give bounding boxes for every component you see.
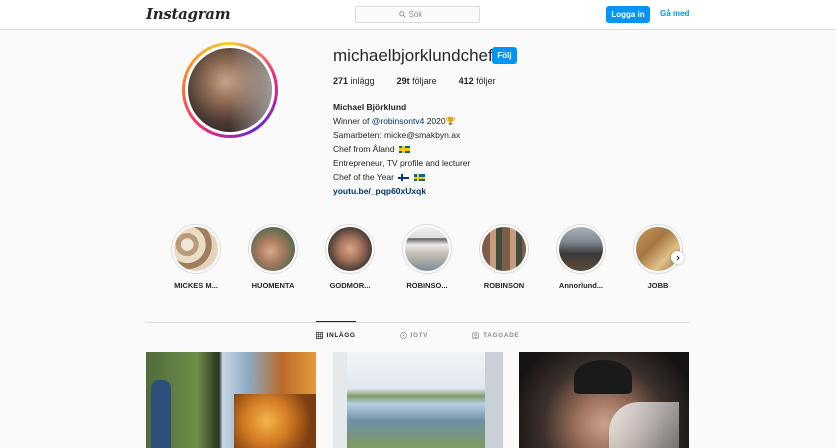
highlight-ring [479,224,529,274]
avatar-border [185,45,275,135]
bio-winner-suffix: 2020 [424,116,446,126]
bio-line-chef: Chef from Åland [333,142,470,156]
bio-mention-link[interactable]: @robinsontv4 [372,116,425,126]
highlight-ring [248,224,298,274]
search-box[interactable] [355,6,480,23]
chevron-right-icon [676,255,680,260]
igtv-icon [399,332,407,339]
highlight-cover [482,227,526,271]
bio-line-winner: Winner of @robinsontv4 2020 [333,114,470,128]
stat-posts-label: inlägg [350,76,375,86]
bio-full-name: Michael Björklund [333,102,407,112]
stat-followers[interactable]: 29t följare [397,76,437,86]
stat-posts: 271 inlägg [333,76,375,86]
highlight-label: GODMOR... [329,281,371,290]
stat-followers-value: 29t [396,76,410,86]
grid-icon [315,332,323,339]
profile-stats: 271 inlägg 29t följare 412 följer [333,76,518,86]
stat-posts-value: 271 [333,76,349,86]
highlight-ring [633,224,683,274]
stat-following-value: 412 [458,76,474,86]
story-highlights: MICKES M... HUOMENTA GODMOR... ROBINSO..… [166,224,686,294]
highlight-item[interactable]: GODMOR... [320,224,380,290]
highlight-ring [556,224,606,274]
highlights-next-button[interactable] [671,251,684,264]
highlight-ring [402,224,452,274]
bio-website-link[interactable]: youtu.be/_pqp60xUxqk [333,184,470,198]
login-button[interactable]: Logga in [606,6,650,23]
tab-posts[interactable]: INLÄGG [315,321,356,349]
highlight-cover [405,227,449,271]
bio-line-entrepreneur: Entrepreneur, TV profile and lecturer [333,158,471,168]
post-thumbnail[interactable] [333,352,503,448]
highlight-item[interactable]: ROBINSON [474,224,534,290]
signup-link[interactable]: Gå med [660,9,689,18]
sweden-flag-icon [413,174,425,181]
post-thumbnail[interactable] [519,352,689,448]
bio-winner-prefix: Winner of [333,116,372,126]
tab-tagged[interactable]: TAGGADE [472,321,519,349]
highlight-label: ROBINSON [483,281,525,290]
stat-following-label: följer [476,76,496,86]
tab-tagged-label: TAGGADE [483,332,520,339]
trophy-icon [445,116,455,125]
top-navigation-bar: Instagram Logga in Gå med [0,0,836,30]
finland-flag-icon [398,174,410,181]
highlight-label: MICKES M... [174,281,218,290]
post-thumbnail[interactable] [146,352,316,448]
stat-followers-label: följare [412,76,437,86]
highlight-cover [559,227,603,271]
tagged-icon [472,332,480,339]
highlight-label: ROBINSO... [406,281,448,290]
bio-chef-year-text: Chef of the Year [333,172,394,182]
bio-chef-text: Chef from Åland [333,144,395,154]
avatar-photo [188,48,272,132]
profile-username: michaelbjorklundchef [333,46,493,65]
highlight-cover [328,227,372,271]
profile-bio: Michael Björklund Winner of @robinsontv4… [333,100,470,198]
highlight-item[interactable]: Annorlund... [551,224,611,290]
bio-line-collab: Samarbeten: micke@smakbyn.ax [333,130,461,140]
highlight-label: HUOMENTA [251,281,295,290]
profile-avatar[interactable] [182,42,278,138]
search-icon [398,11,406,18]
tab-igtv-label: IGTV [410,332,429,339]
highlight-item[interactable]: ROBINSO... [397,224,457,290]
stat-following[interactable]: 412 följer [459,76,496,86]
profile-tabs: INLÄGG IGTV TAGGADE [146,321,689,350]
highlight-label: JOBB [647,281,669,290]
instagram-logo[interactable]: Instagram [146,5,231,23]
tab-posts-label: INLÄGG [326,332,356,339]
highlight-cover [251,227,295,271]
highlight-item[interactable]: MICKES M... [166,224,226,290]
highlight-ring [171,224,221,274]
highlight-cover [174,227,218,271]
highlight-cover [636,227,680,271]
highlight-label: Annorlund... [558,281,604,290]
bio-line-chef-of-year: Chef of the Year [333,170,470,184]
follow-button[interactable]: Följ [492,47,517,64]
highlight-ring [325,224,375,274]
highlight-item[interactable]: HUOMENTA [243,224,303,290]
aland-flag-icon [398,146,410,153]
tab-igtv[interactable]: IGTV [399,321,429,349]
search-input[interactable] [408,10,437,19]
